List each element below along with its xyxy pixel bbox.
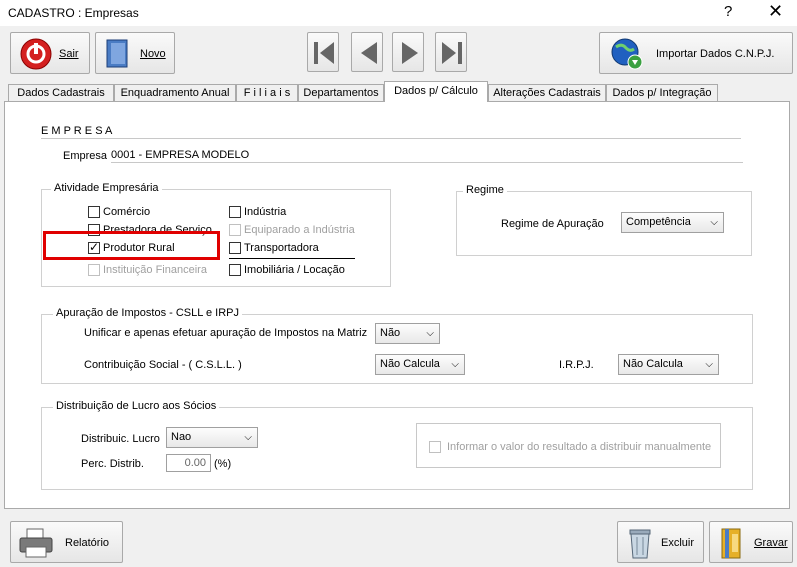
chevron-down-icon: ⌵ [451,359,459,370]
unificar-value: Não [380,327,401,339]
imobiliaria-label: Imobiliária / Locação [244,264,345,276]
tab-dados-integracao[interactable]: Dados p/ Integração [606,84,718,101]
imobiliaria-checkbox[interactable] [229,264,241,276]
irpj-label: I.R.P.J. [559,359,594,371]
first-icon [314,42,334,64]
distribuic-lucro-value: Nao [171,431,192,443]
import-label: Importar Dados C.N.P.J. [656,48,775,60]
comercio-checkbox[interactable] [88,206,100,218]
regime-apuracao-select[interactable]: Competência ⌵ [621,212,724,233]
regime-group-title: Regime [463,184,507,196]
industria-checkbox[interactable] [229,206,241,218]
perc-distrib-value: 0.00 [184,457,206,469]
relatorio-label: Relatório [65,537,110,549]
sair-button[interactable]: Sair [10,32,90,74]
transportadora-checkbox[interactable] [229,242,241,254]
distribuic-lucro-select[interactable]: Nao ⌵ [166,427,258,448]
tab-dados-calculo[interactable]: Dados p/ Cálculo [384,81,488,102]
globe-download-icon [611,38,643,70]
perc-distrib-input[interactable]: 0.00 [166,454,211,472]
instituicao-financeira-checkbox [88,264,100,276]
next-record-button[interactable] [392,32,424,72]
instituicao-financeira-label: Instituição Financeira [103,264,207,276]
save-binder-icon [721,528,741,559]
equiparado-industria-label: Equiparado a Indústria [244,224,355,236]
irpj-select[interactable]: Não Calcula ⌵ [618,354,719,375]
printer-icon [19,528,53,558]
trash-icon [629,529,651,559]
perc-distrib-label: Perc. Distrib. [81,458,144,470]
regime-apuracao-value: Competência [626,216,691,228]
csll-value: Não Calcula [380,358,440,370]
empresa-divider [41,138,741,139]
transportadora-label: Transportadora [244,242,319,254]
empresa-group-title: E M P R E S A [41,125,113,137]
tab-dados-cadastrais[interactable]: Dados Cadastrais [8,84,114,101]
comercio-label: Comércio [103,206,151,218]
distribuicao-group-title: Distribuição de Lucro aos Sócios [53,400,220,412]
previous-record-button[interactable] [351,32,383,72]
divider-line [229,258,355,259]
gravar-button[interactable]: Gravar [709,521,793,563]
empresa-label: Empresa [63,150,108,162]
title-bar: CADASTRO : Empresas ? ✕ [0,0,797,26]
new-document-icon [106,39,128,68]
industria-label: Indústria [244,206,287,218]
first-record-button[interactable] [307,32,339,72]
novo-label: Novo [140,48,166,60]
csll-select[interactable]: Não Calcula ⌵ [375,354,465,375]
excluir-button[interactable]: Excluir [617,521,704,563]
unificar-select[interactable]: Não ⌵ [375,323,440,344]
atividade-group-title: Atividade Empresária [51,182,162,194]
empresa-value: 0001 - EMPRESA MODELO [111,149,250,161]
previous-icon [361,42,377,64]
manual-label: Informar o valor do resultado a distribu… [447,441,712,453]
regime-apuracao-label: Regime de Apuração [501,218,604,230]
manual-option-box: Informar o valor do resultado a distribu… [416,423,721,468]
chevron-down-icon: ⌵ [244,432,252,443]
chevron-down-icon: ⌵ [705,359,713,370]
tab-enquadramento-anual[interactable]: Enquadramento Anual [114,84,236,101]
apuracao-group-title: Apuração de Impostos - CSLL e IRPJ [53,307,243,319]
power-icon [20,38,52,70]
gravar-label: Gravar [754,537,788,549]
import-cnpj-button[interactable]: Importar Dados C.N.P.J. [599,32,793,74]
csll-label: Contribuição Social - ( C.S.L.L. ) [84,359,242,371]
highlight-box [43,231,220,260]
novo-button[interactable]: Novo [95,32,175,74]
distribuic-lucro-label: Distribuic. Lucro [81,433,160,445]
next-icon [402,42,418,64]
perc-suffix: (%) [214,458,232,470]
empresa-field: 0001 - EMPRESA MODELO [111,147,743,163]
unificar-label: Unificar e apenas efetuar apuração de Im… [84,327,368,339]
tab-filiais[interactable]: F i l i a i s [236,84,298,101]
chevron-down-icon: ⌵ [710,217,718,228]
close-button[interactable]: ✕ [768,1,783,22]
last-record-button[interactable] [435,32,467,72]
sair-label: Sair [59,48,79,60]
window-title: CADASTRO : Empresas [8,6,139,20]
relatorio-button[interactable]: Relatório [10,521,123,563]
help-button[interactable]: ? [724,3,732,20]
tab-alteracoes-cadastrais[interactable]: Alterações Cadastrais [488,84,606,101]
equiparado-industria-checkbox [229,224,241,236]
tab-panel: E M P R E S A Empresa 0001 - EMPRESA MOD… [4,101,790,509]
manual-checkbox [429,441,441,453]
chevron-down-icon: ⌵ [426,328,434,339]
excluir-label: Excluir [661,537,695,549]
irpj-value: Não Calcula [623,358,683,370]
last-icon [442,42,462,64]
tab-departamentos[interactable]: Departamentos [298,84,384,101]
